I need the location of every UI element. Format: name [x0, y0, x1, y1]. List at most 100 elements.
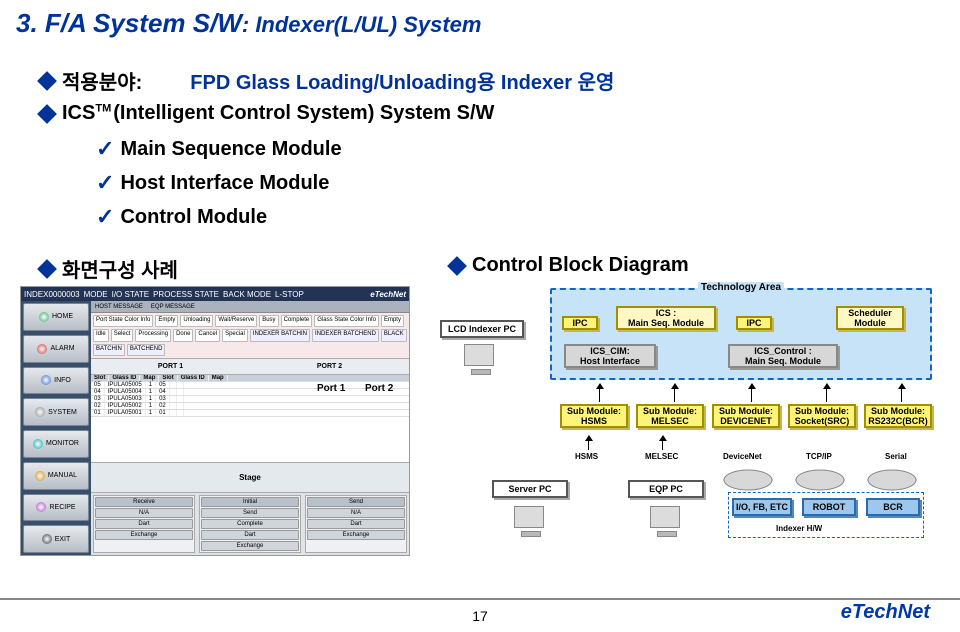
side-system[interactable]: SYSTEM	[23, 398, 89, 426]
panel-cell: Idle	[93, 329, 109, 341]
port2-label: PORT 2	[317, 363, 342, 370]
side-manual[interactable]: MANUAL	[23, 462, 89, 490]
dot-icon	[35, 471, 45, 481]
panel-cell: Unloading	[180, 315, 213, 327]
shot-foot: ReceiveN/ADartExchange InitialSendComple…	[91, 493, 409, 555]
proto-melsec: MELSEC	[645, 452, 678, 461]
fbox-0: ReceiveN/ADartExchange	[93, 495, 195, 553]
panel-cell: BLACK	[381, 329, 407, 341]
dot-icon	[36, 502, 46, 512]
foot-button[interactable]: Dart	[95, 519, 193, 529]
footer-divider	[0, 598, 960, 600]
shot-main: HOST MESSAGE EQP MESSAGE Port State Colo…	[91, 301, 409, 555]
tech-area-label: Technology Area	[698, 282, 784, 293]
diamond-icon	[447, 256, 467, 276]
box-ipc-2: IPC	[736, 316, 772, 330]
sub-module-box: Sub Module:DEVICENET	[712, 404, 780, 428]
proto-hsms: HSMS	[575, 452, 598, 461]
arrow-icon	[751, 384, 752, 402]
port1-label: PORT 1	[158, 363, 183, 370]
side-monitor[interactable]: MONITOR	[23, 430, 89, 458]
bullet-ics: ICSTM(Intelligent Control System) System…	[40, 102, 494, 125]
port-row: PORT 1 PORT 2	[91, 359, 409, 375]
shot-hdr-4: BACK MODE	[223, 290, 271, 299]
strip-0: HOST MESSAGE	[95, 304, 143, 310]
panel-cell: INDEXER BATCHIN	[250, 329, 310, 341]
shot-titlebar: INDEX0000003 MODE I/O STATE PROCESS STAT…	[21, 287, 409, 301]
arrow-icon	[901, 384, 902, 402]
shot-hdr-3: PROCESS STATE	[153, 290, 219, 299]
box-scheduler: Scheduler Module	[836, 306, 904, 330]
foot-button[interactable]: Dart	[201, 530, 299, 540]
app-field-label: 적용분야:	[62, 66, 142, 95]
side-info[interactable]: INFO	[23, 367, 89, 395]
side-recipe[interactable]: RECIPE	[23, 494, 89, 522]
side-lbl-4: MONITOR	[46, 440, 79, 447]
proto-tcpip: TCP/IP	[806, 452, 832, 461]
foot-button[interactable]: Complete	[201, 519, 299, 529]
panel-cell: Glass State Color Info	[314, 315, 379, 327]
bullet-diagram: Control Block Diagram	[450, 254, 689, 277]
footer-logo: eTechNet	[841, 601, 930, 624]
shot-strip: HOST MESSAGE EQP MESSAGE	[91, 301, 409, 313]
side-lbl-2: INFO	[54, 377, 71, 384]
check-text-0: Main Sequence Module	[120, 138, 341, 161]
diamond-icon	[37, 104, 57, 124]
panel-cell: Wait/Reserve	[215, 315, 257, 327]
shot-hdr-1: MODE	[84, 290, 108, 299]
sub-module-box: Sub Module:MELSEC	[636, 404, 704, 428]
sub-module-box: Sub Module:RS232C(BCR)	[864, 404, 932, 428]
shot-panel: Port State Color InfoEmptyUnloadingWait/…	[91, 313, 409, 359]
side-lbl-0: HOME	[52, 313, 73, 320]
check-control: ✓ Control Module	[96, 204, 267, 230]
panel-cell: Empty	[155, 315, 178, 327]
shot-hdr-2: I/O STATE	[112, 290, 149, 299]
panel-cell: Special	[222, 329, 248, 341]
dot-icon	[37, 344, 47, 354]
panel-cell: Cancel	[195, 329, 220, 341]
foot-button[interactable]: N/A	[95, 508, 193, 518]
arrow-icon	[588, 436, 589, 450]
pc-icon	[650, 506, 680, 528]
shot-stage: Stage	[91, 463, 409, 493]
bullet-app-field: 적용분야: FPD Glass Loading/Unloading용 Index…	[40, 66, 614, 95]
dot-icon	[39, 312, 49, 322]
box-lcd-pc: LCD Indexer PC	[440, 320, 524, 338]
pc-icon	[464, 344, 494, 366]
ics-super: TM	[95, 102, 111, 114]
foot-button[interactable]: Exchange	[201, 541, 299, 551]
sub-module-box: Sub Module:HSMS	[560, 404, 628, 428]
proto-devicenet: DeviceNet	[723, 452, 762, 461]
port1-tag: Port 1	[317, 383, 345, 394]
proto-serial: Serial	[885, 452, 907, 461]
box-ics-control: ICS_Control : Main Seq. Module	[728, 344, 838, 368]
diagram-label: Control Block Diagram	[472, 254, 689, 277]
foot-button[interactable]: Dart	[307, 519, 405, 529]
foot-button[interactable]: Exchange	[95, 530, 193, 540]
check-host-if: ✓ Host Interface Module	[96, 170, 329, 196]
foot-button[interactable]: Send	[201, 508, 299, 518]
panel-cell: Busy	[259, 315, 278, 327]
foot-button[interactable]: Exchange	[307, 530, 405, 540]
panel-cell: BATCHIN	[93, 344, 125, 356]
fbox-1: InitialSendCompleteDartExchange	[199, 495, 301, 553]
box-ipc-1: IPC	[562, 316, 598, 330]
box-ics-main: ICS : Main Seq. Module	[616, 306, 716, 330]
side-lbl-5: MANUAL	[48, 472, 77, 479]
shot-logo: eTechNet	[370, 290, 406, 299]
side-exit[interactable]: EXIT	[23, 525, 89, 553]
arrow-icon	[674, 384, 675, 402]
foot-button[interactable]: N/A	[307, 508, 405, 518]
ics-line: ICSTM(Intelligent Control System) System…	[62, 102, 494, 125]
dot-icon	[33, 439, 43, 449]
port2-tag: Port 2	[365, 383, 393, 394]
page-title: 3. F/A System S/W: Indexer(L/UL) System	[16, 8, 481, 39]
check-text-2: Control Module	[120, 206, 267, 229]
check-main-seq: ✓ Main Sequence Module	[96, 136, 342, 162]
control-block-diagram: Technology Area LCD Indexer PC IPC ICS :…	[440, 280, 940, 570]
shot-hdr-5: L-STOP	[275, 290, 304, 299]
side-alarm[interactable]: ALARM	[23, 335, 89, 363]
side-home[interactable]: HOME	[23, 303, 89, 331]
box-eqp-pc: EQP PC	[628, 480, 704, 498]
footer-text: eTechNet	[841, 601, 930, 623]
